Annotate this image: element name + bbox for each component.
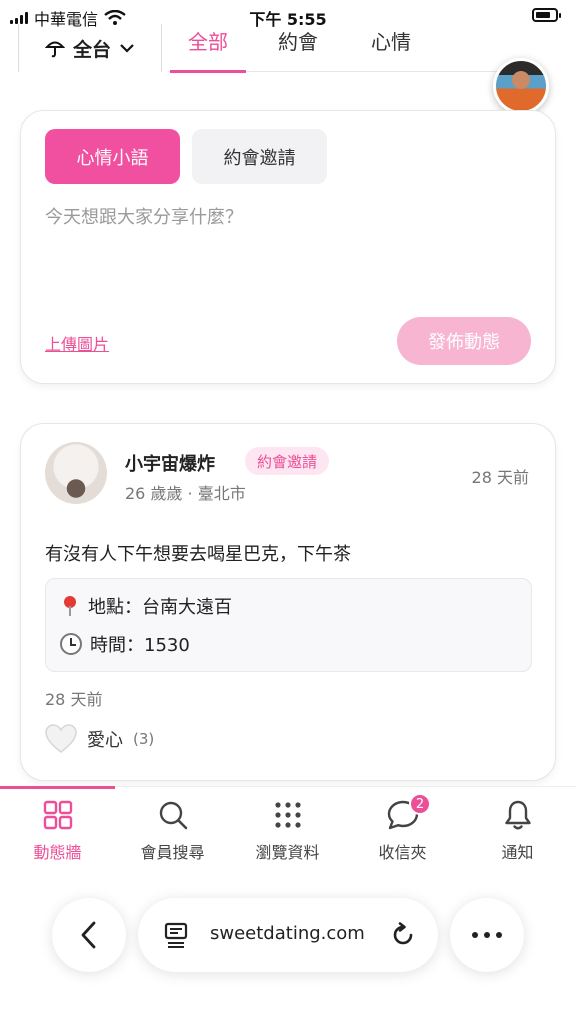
search-icon xyxy=(159,801,187,830)
address-bar[interactable]: sweetdating.com xyxy=(138,898,438,972)
tabbar-label: 會員搜尋 xyxy=(140,843,205,862)
tabbar-label: 通知 xyxy=(501,843,534,862)
grid-icon xyxy=(43,800,72,830)
tabbar-label: 瀏覽資料 xyxy=(255,843,320,862)
inbox-badge: 2 xyxy=(409,793,431,815)
post-footer-time: 28 天前 xyxy=(45,690,103,709)
chevron-left-icon xyxy=(81,921,96,949)
battery-icon xyxy=(532,8,561,22)
post-datetime: 時間：1530 xyxy=(90,635,190,656)
tab-dating[interactable]: 約會 xyxy=(278,26,318,70)
dots-grid-icon xyxy=(274,802,301,828)
url-text: sweetdating.com xyxy=(210,923,365,944)
compose-card: 心情小語 約會邀請 今天想跟大家分享什麼？ 上傳圖片 發佈動態 xyxy=(20,110,556,384)
post-author-avatar[interactable] xyxy=(45,442,107,504)
more-icon xyxy=(472,932,502,938)
upload-image-link[interactable]: 上傳圖片 xyxy=(45,331,109,355)
tabbar-item-feed[interactable]: 動態牆 xyxy=(0,797,115,863)
publish-button[interactable]: 發佈動態 xyxy=(397,317,531,365)
compose-input[interactable]: 今天想跟大家分享什麼？ xyxy=(45,203,243,229)
chevron-down-icon xyxy=(120,44,134,53)
umbrella-icon xyxy=(44,41,65,58)
post-author-meta: 26 歲歲 · 臺北市 xyxy=(125,484,246,503)
tab-mood[interactable]: 心情 xyxy=(371,26,411,70)
post-author-name[interactable]: 小宇宙爆炸 xyxy=(125,450,215,476)
post-card: 小宇宙爆炸 約會邀請 26 歲歲 · 臺北市 28 天前 有沒有人下午想要去喝星… xyxy=(20,423,556,781)
heart-icon xyxy=(45,724,77,753)
tabbar-item-browse[interactable]: 瀏覽資料 xyxy=(230,797,345,863)
tab-all[interactable]: 全部 xyxy=(170,26,246,73)
post-content: 有沒有人下午想要去喝星巴克，下午茶 xyxy=(45,544,351,565)
bell-icon xyxy=(504,800,531,830)
clock-icon xyxy=(60,633,82,655)
post-location: 地點：台南大遠百 xyxy=(88,597,232,618)
tabbar-label: 動態牆 xyxy=(33,843,82,862)
tabbar-label: 收信夾 xyxy=(378,843,427,862)
like-count: (3) xyxy=(133,730,155,748)
user-avatar[interactable] xyxy=(493,58,549,114)
post-details: 地點：台南大遠百 時間：1530 xyxy=(45,578,532,672)
location-pin-icon xyxy=(60,595,80,617)
compose-tab-mood[interactable]: 心情小語 xyxy=(45,129,180,184)
more-button[interactable] xyxy=(450,898,524,972)
tabbar-item-search[interactable]: 會員搜尋 xyxy=(115,797,230,863)
browser-toolbar: sweetdating.com xyxy=(0,870,576,1024)
reader-icon[interactable] xyxy=(164,922,188,948)
compose-tab-date[interactable]: 約會邀請 xyxy=(192,129,327,184)
region-selector[interactable]: 全台 xyxy=(18,24,162,72)
tabbar-item-notifications[interactable]: 通知 xyxy=(460,797,575,863)
post-type-badge: 約會邀請 xyxy=(245,447,330,475)
post-timestamp: 28 天前 xyxy=(471,468,529,487)
like-button[interactable]: 愛心 (3) xyxy=(45,724,154,754)
back-button[interactable] xyxy=(52,898,126,972)
active-tab-indicator xyxy=(0,786,115,789)
feed-tabs: 全部 約會 心情 xyxy=(168,24,540,73)
tabbar-item-inbox[interactable]: 2 收信夾 xyxy=(345,793,460,863)
reload-icon[interactable] xyxy=(390,922,416,948)
bottom-tab-bar: 動態牆 會員搜尋 瀏覽資料 2 收信夾 通知 xyxy=(0,786,576,870)
like-label: 愛心 xyxy=(87,730,123,751)
top-nav: 全台 全部 約會 心情 xyxy=(0,24,576,73)
region-label: 全台 xyxy=(72,38,111,61)
